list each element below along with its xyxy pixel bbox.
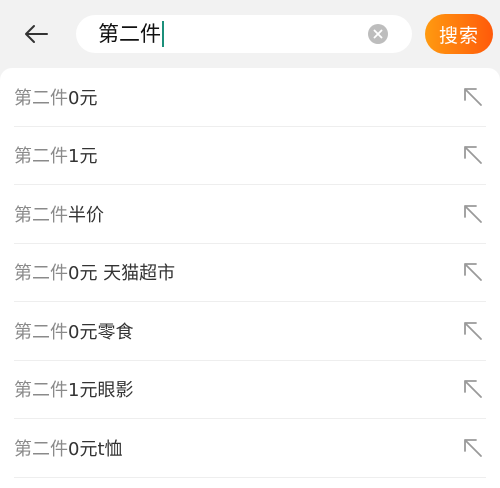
suggestion-text: 第二件 半价 [14,201,104,227]
back-arrow-icon [25,25,48,43]
suggestion-query-part: 第二件 [14,263,68,285]
clear-button[interactable] [368,24,388,44]
suggestion-item[interactable]: 第二件 0元 [14,68,486,127]
suggestion-completion-part: 1元眼影 [68,380,134,402]
suggestion-query-part: 第二件 [14,438,68,460]
suggestion-completion-part: 1元 [68,146,98,168]
suggestion-completion-part: 0元 [68,87,98,109]
suggestion-text: 第二件 1元 [14,142,97,168]
suggestion-query-part: 第二件 [14,204,68,226]
suggestion-text: 第二件 0元零食 [14,318,133,344]
search-header: 第二件 搜索 [0,0,500,68]
suggestion-item[interactable]: 第二件 0元零食 [14,302,486,361]
suggestion-item[interactable]: 第二件 1元 [14,127,486,185]
search-input[interactable]: 第二件 [98,15,164,53]
suggestion-query-part: 第二件 [14,380,68,402]
suggestion-item[interactable]: 第二件 0元 天猫超市 [14,244,486,302]
back-button[interactable] [14,16,58,52]
suggestion-query-part: 第二件 [14,87,68,109]
suggestion-item[interactable]: 第二件 0元t恤 [14,419,486,478]
text-caret [162,21,164,47]
fill-arrow-icon[interactable] [462,203,484,225]
suggestion-list: 第二件 0元 第二件 1元 第二件 半价 第二件 0元 天猫超市 第二件 0元零食 [0,68,500,488]
fill-arrow-icon[interactable] [462,144,484,166]
suggestion-text: 第二件 0元 [14,84,97,110]
suggestion-text: 第二件 0元t恤 [14,435,123,461]
suggestion-completion-part: 半价 [68,204,104,226]
suggestion-query-part: 第二件 [14,321,68,343]
suggestion-query-part: 第二件 [14,146,68,168]
suggestion-text: 第二件 1元眼影 [14,376,133,402]
suggestion-completion-part: 0元t恤 [68,438,123,460]
search-button[interactable]: 搜索 [425,14,493,54]
suggestion-item[interactable]: 第二件 半价 [14,185,486,244]
search-query-text: 第二件 [98,22,161,46]
fill-arrow-icon[interactable] [462,261,484,283]
search-box[interactable]: 第二件 [76,15,412,53]
fill-arrow-icon[interactable] [462,437,484,459]
suggestion-completion-part: 0元零食 [68,321,134,343]
suggestion-item[interactable]: 第二件 1元眼影 [14,361,486,419]
fill-arrow-icon[interactable] [462,320,484,342]
suggestion-text: 第二件 0元 天猫超市 [14,259,175,285]
clear-icon [373,29,383,39]
suggestion-completion-part: 0元 天猫超市 [68,263,176,285]
fill-arrow-icon[interactable] [462,378,484,400]
fill-arrow-icon[interactable] [462,86,484,108]
